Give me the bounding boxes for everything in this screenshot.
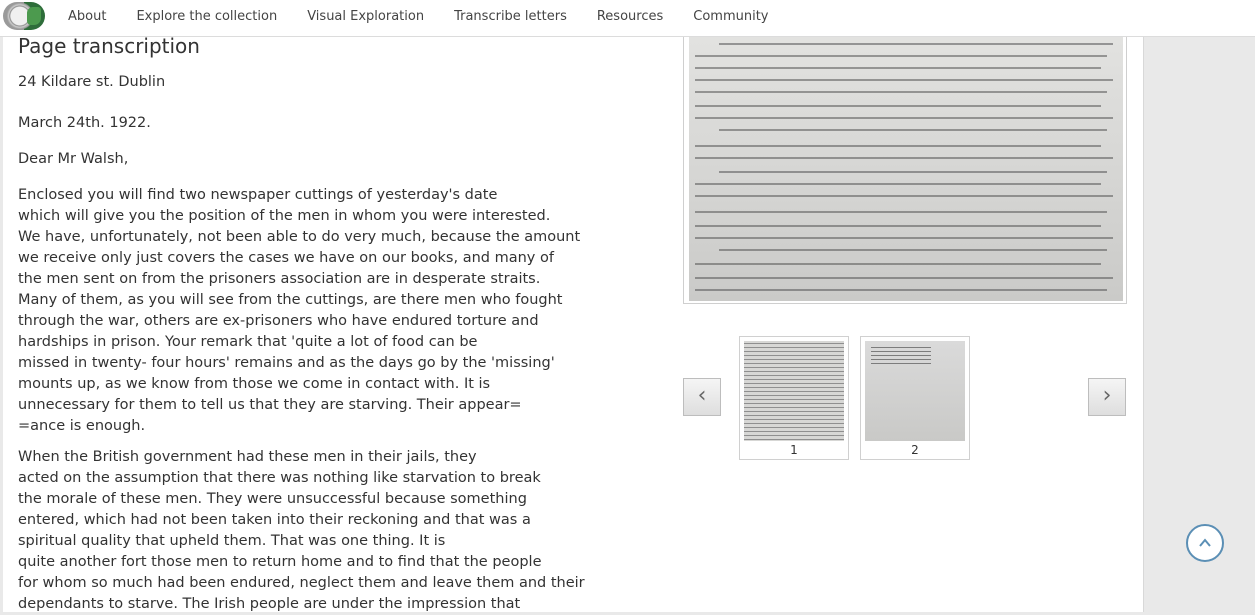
page-thumbnail-1[interactable]: 1: [739, 336, 849, 460]
text-line: Enclosed you will find two newspaper cut…: [18, 187, 498, 203]
scan-text-line: [695, 277, 1113, 279]
text-line: the men sent on from the prisoners assoc…: [18, 271, 541, 287]
nav-resources[interactable]: Resources: [582, 0, 678, 36]
scan-text-line: [695, 91, 1107, 93]
thumbnail-label: 1: [790, 443, 798, 457]
scan-text-line: [695, 105, 1101, 107]
letter-salutation: Dear Mr Walsh,: [18, 151, 129, 167]
text-line: quite another fort those men to return h…: [18, 554, 542, 570]
scan-text-line: [695, 211, 1107, 213]
text-line: acted on the assumption that there was n…: [18, 470, 541, 486]
text-line: When the British government had these me…: [18, 449, 477, 465]
page-title: Page transcription: [18, 34, 200, 58]
text-line: mounts up, as we know from those we come…: [18, 376, 491, 392]
scan-text-line: [695, 145, 1101, 147]
scan-text-line: [719, 129, 1107, 131]
scan-text-line: [695, 289, 1107, 291]
text-line: We have, unfortunately, not been able to…: [18, 229, 581, 245]
text-line: which will give you the position of the …: [18, 208, 551, 224]
carousel-prev-button[interactable]: ‹: [683, 378, 721, 416]
thumbnail-image: [744, 341, 844, 441]
text-line: unnecessary for them to tell us that the…: [18, 397, 522, 413]
scan-text-line: [719, 171, 1107, 173]
text-line: hardships in prison. Your remark that 'q…: [18, 334, 478, 350]
text-line: the morale of these men. They were unsuc…: [18, 491, 527, 507]
scan-text-line: [695, 225, 1101, 227]
nav-about[interactable]: About: [53, 0, 121, 36]
text-line: entered, which had not been taken into t…: [18, 512, 531, 528]
letter-image-viewer[interactable]: [683, 36, 1127, 304]
scan-text-line: [695, 79, 1113, 81]
scan-text-line: [695, 157, 1113, 159]
chevron-left-icon: ‹: [697, 383, 707, 408]
scan-text-line: [695, 195, 1113, 197]
chevron-right-icon: ›: [1102, 383, 1112, 408]
letter-paragraph-1: Enclosed you will find two newspaper cut…: [18, 185, 580, 437]
scan-text-line: [695, 183, 1101, 185]
scan-text-line: [695, 67, 1101, 69]
thumbnail-label: 2: [911, 443, 919, 457]
text-line: through the war, others are ex-prisoners…: [18, 313, 539, 329]
text-line: we receive only just covers the cases we…: [18, 250, 554, 266]
letter-address: 24 Kildare st. Dublin: [18, 74, 166, 90]
text-line: for whom so much had been endured, negle…: [18, 575, 585, 591]
scan-text-line: [695, 237, 1113, 239]
letter-scan-image[interactable]: [689, 37, 1123, 301]
nav-transcribe-letters[interactable]: Transcribe letters: [439, 0, 582, 36]
letter-panel: Page transcription 24 Kildare st. Dublin…: [3, 34, 1144, 615]
top-navbar: About Explore the collection Visual Expl…: [0, 0, 1255, 37]
scan-text-line: [695, 55, 1107, 57]
carousel-next-button[interactable]: ›: [1088, 378, 1126, 416]
scan-text-line: [719, 249, 1107, 251]
letter-date: March 24th. 1922.: [18, 115, 151, 131]
letter-paragraph-2: When the British government had these me…: [18, 447, 585, 615]
scan-text-line: [695, 117, 1113, 119]
nav-explore-collection[interactable]: Explore the collection: [121, 0, 292, 36]
scan-text-line: [719, 43, 1113, 45]
text-line: spiritual quality that upheld them. That…: [18, 533, 446, 549]
page-thumbnail-2[interactable]: 2: [860, 336, 970, 460]
text-line: =ance is enough.: [18, 418, 146, 434]
back-to-top-button[interactable]: [1186, 524, 1224, 562]
thumbnail-image: [865, 341, 965, 441]
main-nav: About Explore the collection Visual Expl…: [53, 0, 784, 36]
text-line: missed in twenty- four hours' remains an…: [18, 355, 555, 371]
site-logo-icon[interactable]: [3, 2, 45, 30]
chevron-up-icon: [1199, 538, 1211, 547]
nav-community[interactable]: Community: [678, 0, 783, 36]
text-line: Many of them, as you will see from the c…: [18, 292, 563, 308]
nav-visual-exploration[interactable]: Visual Exploration: [292, 0, 439, 36]
scan-text-line: [695, 263, 1101, 265]
